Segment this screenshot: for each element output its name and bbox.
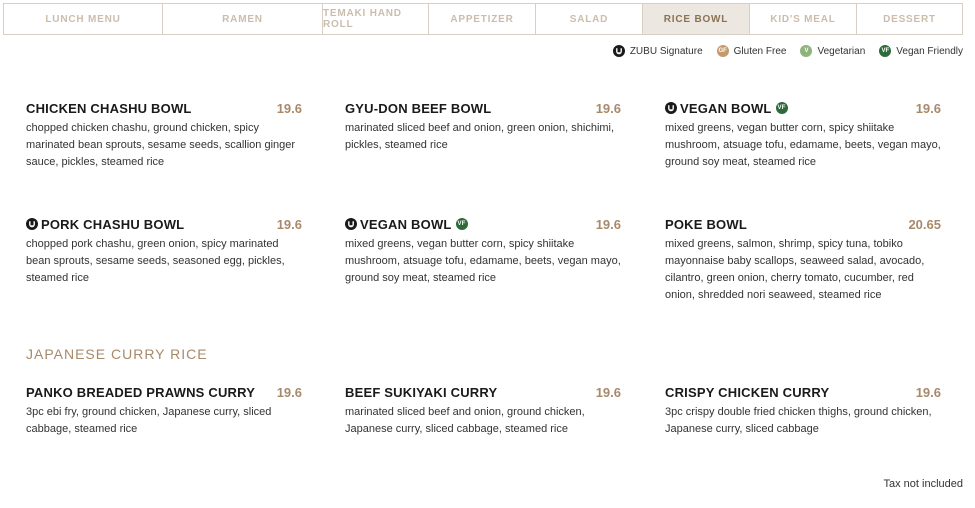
item-description: mixed greens, vegan butter corn, spicy s… bbox=[345, 238, 621, 284]
item-description: 3pc crispy double fried chicken thighs, … bbox=[665, 406, 932, 435]
tab-rice-bowl[interactable]: RICE BOWL bbox=[643, 4, 750, 34]
vegan-friendly-icon: VF bbox=[775, 102, 788, 114]
menu-item-poke-bowl: POKE BOWL 20.65 mixed greens, salmon, sh… bbox=[665, 216, 941, 304]
tab-appetizer[interactable]: APPETIZER bbox=[429, 4, 536, 34]
item-name: VEGAN BOWL bbox=[680, 100, 772, 116]
item-price: 19.6 bbox=[595, 100, 621, 116]
item-name: PANKO BREADED PRAWNS CURRY bbox=[26, 384, 256, 400]
item-name-group: VEGAN BOWL VF bbox=[665, 101, 788, 116]
item-price: 19.6 bbox=[276, 384, 302, 400]
item-name: VEGAN BOWL bbox=[360, 216, 452, 232]
item-description: chopped chicken chashu, ground chicken, … bbox=[26, 122, 296, 168]
item-description: mixed greens, salmon, shrimp, spicy tuna… bbox=[665, 238, 925, 301]
menu-item-panko-breaded-prawns-curry: PANKO BREADED PRAWNS CURRY 19.6 3pc ebi … bbox=[26, 384, 302, 438]
item-name: GYU-DON BEEF BOWL bbox=[345, 100, 492, 116]
item-name: CHICKEN CHASHU BOWL bbox=[26, 100, 192, 116]
zubu-signature-icon bbox=[612, 45, 625, 57]
zubu-signature-icon bbox=[26, 218, 38, 230]
item-name: POKE BOWL bbox=[665, 216, 747, 232]
legend-label: Vegan Friendly bbox=[896, 45, 963, 57]
item-price: 19.6 bbox=[595, 384, 621, 400]
item-price: 19.6 bbox=[915, 384, 941, 400]
tab-ramen[interactable]: RAMEN bbox=[163, 4, 323, 34]
legend-label: Vegetarian bbox=[817, 45, 866, 57]
legend-label: Gluten Free bbox=[733, 45, 787, 57]
tab-salad[interactable]: SALAD bbox=[536, 4, 643, 34]
zubu-signature-icon bbox=[665, 102, 677, 114]
menu-item-vegan-bowl: VEGAN BOWL VF 19.6 mixed greens, vegan b… bbox=[665, 100, 941, 171]
legend-item-gluten-free: GF Gluten Free bbox=[716, 45, 787, 57]
item-description: marinated sliced beef and onion, green o… bbox=[345, 122, 615, 151]
item-name-group: VEGAN BOWL VF bbox=[345, 217, 468, 232]
tab-lunch-menu[interactable]: LUNCH MENU bbox=[4, 4, 163, 34]
tab-dessert[interactable]: DESSERT bbox=[857, 4, 962, 34]
legend-label: ZUBU Signature bbox=[629, 45, 703, 57]
vegan-friendly-icon: VF bbox=[455, 218, 468, 230]
item-price: 19.6 bbox=[915, 100, 941, 116]
menu-item-beef-sukiyaki-curry: BEEF SUKIYAKI CURRY 19.6 marinated slice… bbox=[345, 384, 621, 438]
item-price: 19.6 bbox=[276, 100, 302, 116]
dietary-legend: ZUBU Signature GF Gluten Free V Vegetari… bbox=[599, 45, 963, 57]
tab-kids-meal[interactable]: KID'S MEAL bbox=[750, 4, 857, 34]
tab-temaki-hand-roll[interactable]: TEMAKI HAND ROLL bbox=[323, 4, 429, 34]
menu-item-gyu-don-beef-bowl: GYU-DON BEEF BOWL 19.6 marinated sliced … bbox=[345, 100, 621, 154]
item-description: marinated sliced beef and onion, ground … bbox=[345, 406, 585, 435]
item-description: chopped pork chashu, green onion, spicy … bbox=[26, 238, 285, 284]
item-name-group: PORK CHASHU BOWL bbox=[26, 217, 184, 232]
menu-category-tabs: LUNCH MENU RAMEN TEMAKI HAND ROLL APPETI… bbox=[3, 3, 963, 35]
vegan-friendly-icon: VF bbox=[879, 45, 892, 57]
tax-note: Tax not included bbox=[883, 478, 964, 490]
legend-item-vegetarian: V Vegetarian bbox=[800, 45, 865, 57]
item-price: 19.6 bbox=[276, 216, 302, 232]
legend-item-zubu-signature: ZUBU Signature bbox=[612, 45, 703, 57]
item-description: 3pc ebi fry, ground chicken, Japanese cu… bbox=[26, 406, 272, 435]
item-price: 19.6 bbox=[595, 216, 621, 232]
item-name: BEEF SUKIYAKI CURRY bbox=[345, 384, 498, 400]
item-name: CRISPY CHICKEN CURRY bbox=[665, 384, 830, 400]
menu-item-chicken-chashu-bowl: CHICKEN CHASHU BOWL 19.6 chopped chicken… bbox=[26, 100, 302, 171]
item-description: mixed greens, vegan butter corn, spicy s… bbox=[665, 122, 941, 168]
menu-item-pork-chashu-bowl: PORK CHASHU BOWL 19.6 chopped pork chash… bbox=[26, 216, 302, 287]
menu-item-crispy-chicken-curry: CRISPY CHICKEN CURRY 19.6 3pc crispy dou… bbox=[665, 384, 941, 438]
item-name: PORK CHASHU BOWL bbox=[41, 216, 185, 232]
vegetarian-icon: V bbox=[800, 45, 813, 57]
item-price: 20.65 bbox=[908, 216, 941, 232]
menu-item-vegan-bowl-2: VEGAN BOWL VF 19.6 mixed greens, vegan b… bbox=[345, 216, 621, 287]
legend-item-vegan-friendly: VF Vegan Friendly bbox=[879, 45, 963, 57]
gluten-free-icon: GF bbox=[716, 45, 729, 57]
zubu-signature-icon bbox=[345, 218, 357, 230]
section-title-japanese-curry-rice: JAPANESE CURRY RICE bbox=[26, 346, 208, 362]
